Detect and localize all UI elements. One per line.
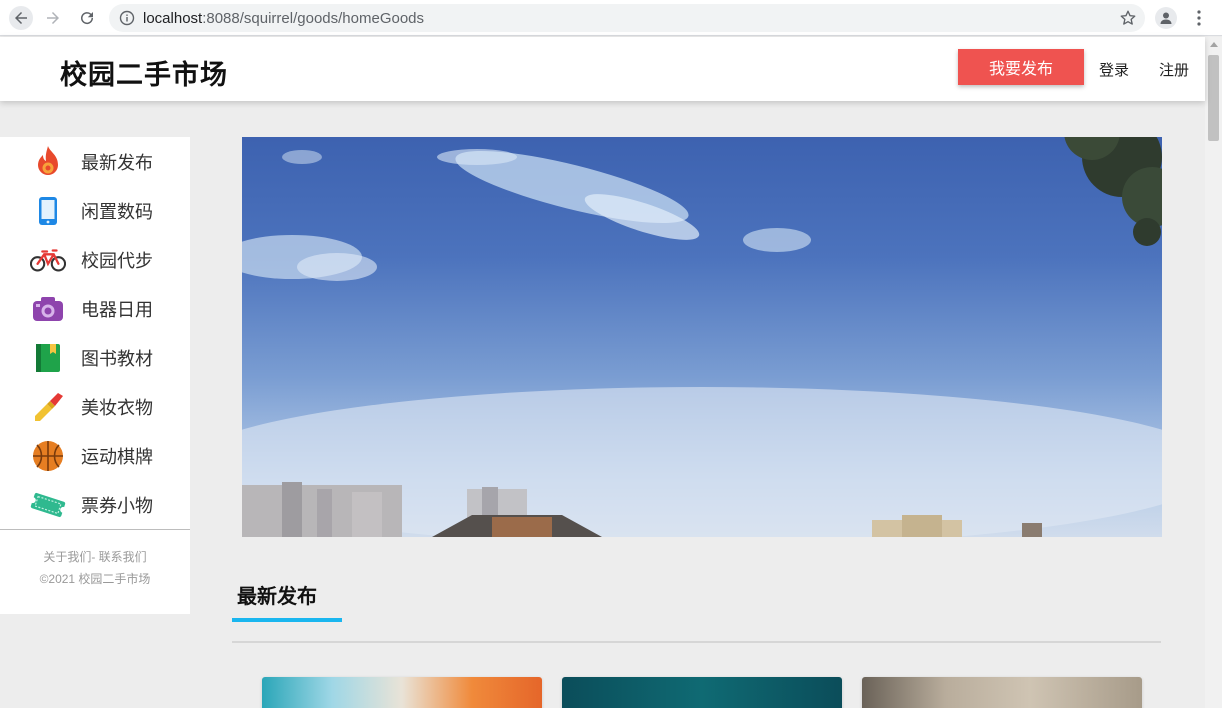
forward-button[interactable]	[41, 6, 65, 30]
scroll-up-arrow[interactable]	[1205, 37, 1222, 51]
arrow-right-icon	[47, 12, 59, 24]
book-icon	[30, 340, 66, 376]
login-link[interactable]: 登录	[1099, 59, 1129, 80]
arrow-left-icon	[15, 12, 27, 24]
sidebar-item-label: 图书教材	[81, 348, 153, 369]
camera-icon	[30, 291, 66, 327]
sidebar-item-cosmetics[interactable]: 美妆衣物	[0, 382, 190, 431]
url-text: localhost:8088/squirrel/goods/homeGoods	[143, 10, 424, 27]
site-header: 校园二手市场 我要发布 登录 注册	[0, 37, 1205, 101]
sidebar-divider	[0, 529, 190, 530]
banner-image	[242, 137, 1162, 537]
sidebar-item-label: 校园代步	[81, 250, 153, 271]
sidebar-copyright: ©2021 校园二手市场	[39, 572, 151, 586]
page-scrollbar[interactable]	[1205, 37, 1222, 708]
goods-card[interactable]	[862, 677, 1142, 708]
profile-button[interactable]	[1155, 7, 1177, 29]
section-title: 最新发布	[237, 586, 317, 608]
sidebar-item-appliances[interactable]: 电器日用	[0, 284, 190, 333]
sidebar-item-label: 运动棋牌	[81, 446, 153, 467]
triangle-up-icon	[1209, 41, 1218, 47]
browser-toolbar: localhost:8088/squirrel/goods/homeGoods	[0, 0, 1222, 36]
sidebar-item-label: 美妆衣物	[81, 397, 153, 418]
basketball-icon	[30, 438, 66, 474]
category-sidebar: 最新发布 闲置数码 校园代步 电器日用 图书教材 美妆衣物 运动棋牌 票券小物 …	[0, 137, 190, 614]
sidebar-item-transport[interactable]: 校园代步	[0, 235, 190, 284]
lipstick-icon	[30, 389, 66, 425]
sidebar-item-books[interactable]: 图书教材	[0, 333, 190, 382]
sidebar-item-label: 电器日用	[81, 299, 153, 320]
more-vertical-icon	[1197, 10, 1201, 26]
sidebar-item-latest[interactable]: 最新发布	[0, 137, 190, 186]
scroll-thumb[interactable]	[1208, 55, 1219, 141]
section-title-underline	[232, 618, 342, 622]
sidebar-item-label: 闲置数码	[81, 201, 153, 222]
sidebar-item-label: 票券小物	[81, 495, 153, 516]
reload-icon	[81, 12, 94, 25]
back-button[interactable]	[9, 6, 33, 30]
sidebar-footer-links[interactable]: 关于我们- 联系我们	[0, 548, 190, 565]
banner-carousel[interactable]	[242, 137, 1162, 537]
sidebar-item-sports[interactable]: 运动棋牌	[0, 431, 190, 480]
browser-menu-button[interactable]	[1190, 8, 1208, 28]
url-host: localhost	[143, 10, 203, 27]
bicycle-icon	[30, 242, 66, 278]
section-divider	[232, 641, 1161, 643]
info-icon	[119, 10, 135, 26]
register-link[interactable]: 注册	[1159, 59, 1189, 80]
reload-button[interactable]	[75, 6, 99, 30]
phone-icon	[30, 193, 66, 229]
user-icon	[1160, 12, 1172, 24]
flame-icon	[30, 144, 66, 180]
publish-button[interactable]: 我要发布	[958, 49, 1084, 85]
url-path: :8088/squirrel/goods/homeGoods	[202, 10, 425, 27]
sidebar-item-digital[interactable]: 闲置数码	[0, 186, 190, 235]
ticket-icon	[30, 487, 66, 523]
address-bar[interactable]: localhost:8088/squirrel/goods/homeGoods	[109, 4, 1145, 32]
goods-card[interactable]	[562, 677, 842, 708]
star-icon[interactable]	[1119, 9, 1137, 27]
site-title[interactable]: 校园二手市场	[60, 53, 228, 92]
goods-card[interactable]	[262, 677, 542, 708]
sidebar-item-tickets[interactable]: 票券小物	[0, 480, 190, 529]
sidebar-item-label: 最新发布	[81, 152, 153, 173]
